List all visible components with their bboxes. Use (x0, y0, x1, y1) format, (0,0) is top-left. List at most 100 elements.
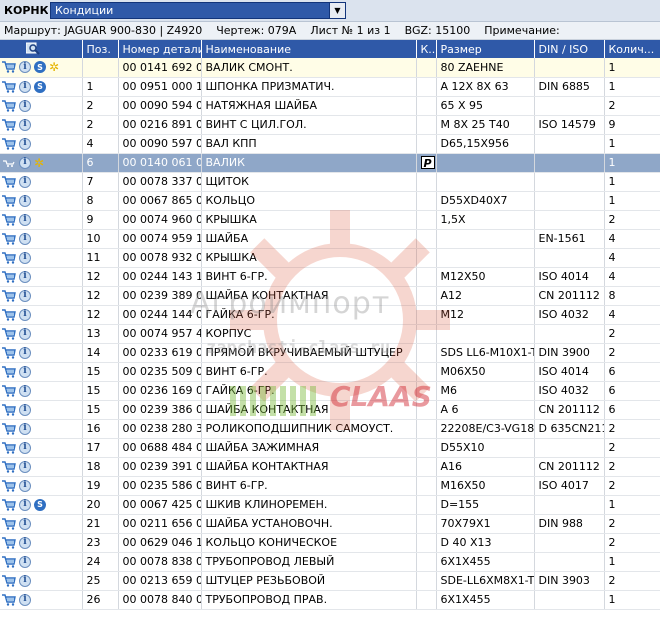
add-to-cart-icon[interactable] (2, 536, 16, 549)
col-size[interactable]: Размер (436, 40, 535, 58)
table-row[interactable]: i S 1 00 0951 000 1 ШПОНКА ПРИЗМАТИЧ. A 12X 8… (0, 77, 660, 97)
add-to-cart-icon[interactable] (2, 479, 16, 492)
info-icon[interactable]: i (19, 99, 31, 112)
add-to-cart-icon[interactable] (2, 232, 16, 245)
table-row[interactable]: i 21 00 0211 656 0 ШАЙБА УСТАНОВОЧН. 70X79X1… (0, 514, 660, 534)
add-to-cart-icon[interactable] (2, 137, 16, 150)
info-icon[interactable]: i (19, 194, 31, 207)
info-icon[interactable]: i (19, 555, 31, 568)
info-icon[interactable]: i (19, 460, 31, 473)
info-icon[interactable]: i (19, 251, 31, 264)
add-to-cart-icon[interactable] (2, 270, 16, 283)
col-din-iso[interactable]: DIN / ISO (534, 40, 605, 58)
add-to-cart-icon[interactable] (2, 441, 16, 454)
add-to-cart-icon[interactable] (2, 118, 16, 131)
add-to-cart-icon[interactable] (2, 403, 16, 416)
info-icon[interactable]: i (19, 137, 31, 150)
table-row[interactable]: i S 20 00 0067 425 0 ШКИВ КЛИНОРЕМЕН. D=155 1 (0, 495, 660, 515)
add-to-cart-icon[interactable] (2, 194, 16, 207)
info-icon[interactable]: i (19, 536, 31, 549)
table-row[interactable]: i 8 00 0067 865 0 КОЛЬЦО D55XD40X7 1 (0, 191, 660, 211)
info-icon[interactable]: i (19, 403, 31, 416)
info-icon[interactable]: i (19, 232, 31, 245)
table-row[interactable]: i 12 00 0244 144 0 ГАЙКА 6-ГР. M12 ISO 4032 4 (0, 305, 660, 325)
table-row[interactable]: i 12 00 0244 143 1 ВИНТ 6-ГР. M12X50 ISO 4014… (0, 267, 660, 287)
add-to-cart-icon[interactable] (2, 308, 16, 321)
info-icon[interactable]: i (19, 118, 31, 131)
add-to-cart-icon[interactable] (2, 574, 16, 587)
col-pos[interactable]: Поз. (82, 40, 119, 58)
add-to-cart-icon[interactable] (2, 593, 16, 606)
table-row[interactable]: i 4 00 0090 597 0 ВАЛ КПП D65,15X956 1 (0, 134, 660, 154)
table-row[interactable]: i 14 00 0233 619 0 ПРЯМОЙ ВКРУЧИВАЕМЫЙ ШТУЦ… (0, 343, 660, 363)
col-k[interactable]: К.. (416, 40, 437, 58)
add-to-cart-icon[interactable] (2, 157, 16, 169)
add-to-cart-icon[interactable] (2, 498, 16, 511)
col-name[interactable]: Наименование (201, 40, 417, 58)
add-to-cart-icon[interactable] (2, 251, 16, 264)
add-to-cart-icon[interactable] (2, 80, 16, 93)
table-row[interactable]: i 11 00 0078 932 0 КРЫШКА 4 (0, 248, 660, 268)
table-row[interactable]: i 16 00 0238 280 3 РОЛИКОПОДШИПНИК САМОУСТ.… (0, 419, 660, 439)
table-row[interactable]: i 2 00 0090 594 0 НАТЯЖНАЯ ШАЙБА 65 X 95 2 (0, 96, 660, 116)
p-badge[interactable]: P (420, 155, 435, 170)
add-to-cart-icon[interactable] (2, 384, 16, 397)
add-to-cart-icon[interactable] (2, 555, 16, 568)
info-icon[interactable]: i (19, 61, 31, 74)
conditions-dropdown[interactable]: Кондиции ▼ (50, 2, 346, 19)
info-icon[interactable]: i (19, 384, 31, 397)
table-row[interactable]: i 15 00 0235 509 0 ВИНТ 6-ГР. M06X50 ISO 4014… (0, 362, 660, 382)
search-header-cell[interactable] (0, 40, 83, 58)
info-icon[interactable]: i (19, 517, 31, 530)
table-row[interactable]: i 2 00 0216 891 0 ВИНТ С ЦИЛ.ГОЛ. M 8X 25 T4… (0, 115, 660, 135)
add-to-cart-icon[interactable] (2, 289, 16, 302)
dropdown-arrow-icon[interactable]: ▼ (329, 3, 345, 18)
table-row[interactable]: i 13 00 0074 957 4 КОРПУС 2 (0, 324, 660, 344)
info-icon[interactable]: i (19, 574, 31, 587)
add-to-cart-icon[interactable] (2, 422, 16, 435)
info-icon[interactable]: i (19, 422, 31, 435)
table-row[interactable]: i 19 00 0235 586 0 ВИНТ 6-ГР. M16X50 ISO 4017… (0, 476, 660, 496)
table-row[interactable]: i 18 00 0239 391 0 ШАЙБА КОНТАКТНАЯ A16 CN 20… (0, 457, 660, 477)
search-icon[interactable] (26, 42, 40, 56)
info-icon[interactable]: i (19, 80, 31, 93)
info-icon[interactable]: i (19, 479, 31, 492)
table-row[interactable]: i 24 00 0078 838 0 ТРУБОПРОВОД ЛЕВЫЙ 6X1X455… (0, 552, 660, 572)
info-icon[interactable]: i (19, 498, 31, 511)
col-quantity[interactable]: Колич... (604, 40, 660, 58)
add-to-cart-icon[interactable] (2, 61, 16, 73)
table-row[interactable]: i 26 00 0078 840 0 ТРУБОПРОВОД ПРАВ. 6X1X455… (0, 590, 660, 610)
table-row[interactable]: i 23 00 0629 046 1 КОЛЬЦО КОНИЧЕСКОЕ D 40 X1… (0, 533, 660, 553)
table-row[interactable]: i S ✲ 00 0141 692 0 ВАЛИК СМОНТ. 80 ZAEHNE 1 (0, 58, 660, 78)
table-row[interactable]: i 10 00 0074 959 1 ШАЙБА EN-1561 4 (0, 229, 660, 249)
info-icon[interactable]: i (19, 308, 31, 321)
info-icon[interactable]: i (19, 289, 31, 302)
add-to-cart-icon[interactable] (2, 460, 16, 473)
table-row[interactable]: i 7 00 0078 337 0 ЩИТОК 1 (0, 172, 660, 192)
add-to-cart-icon[interactable] (2, 99, 16, 112)
add-to-cart-icon[interactable] (2, 346, 16, 359)
table-row[interactable]: i 17 00 0688 484 0 ШАЙБА ЗАЖИМНАЯ D55X10 2 (0, 438, 660, 458)
info-icon[interactable]: i (19, 175, 31, 188)
add-to-cart-icon[interactable] (2, 365, 16, 378)
add-to-cart-icon[interactable] (2, 327, 16, 340)
table-row[interactable]: i 15 00 0236 169 0 ГАЙКА 6-ГР. M6 ISO 4032 6 (0, 381, 660, 401)
info-icon[interactable]: i (19, 156, 31, 169)
info-icon[interactable]: i (19, 441, 31, 454)
substitute-icon[interactable]: S (34, 498, 46, 511)
table-row[interactable]: i 9 00 0074 960 0 КРЫШКА 1,5X 2 (0, 210, 660, 230)
substitute-icon[interactable]: S (34, 61, 46, 74)
add-to-cart-icon[interactable] (2, 213, 16, 226)
table-row[interactable]: i ✲ 6 00 0140 061 0 ВАЛИК P 1 (0, 153, 660, 173)
add-to-cart-icon[interactable] (2, 175, 16, 188)
info-icon[interactable]: i (19, 346, 31, 359)
info-icon[interactable]: i (19, 270, 31, 283)
info-icon[interactable]: i (19, 213, 31, 226)
col-part-number[interactable]: Номер детали (118, 40, 202, 58)
add-to-cart-icon[interactable] (2, 517, 16, 530)
table-row[interactable]: i 25 00 0213 659 0 ШТУЦЕР РЕЗЬБОВОЙ SDE-LL6X… (0, 571, 660, 591)
table-row[interactable]: i 12 00 0239 389 0 ШАЙБА КОНТАКТНАЯ A12 CN 20… (0, 286, 660, 306)
info-icon[interactable]: i (19, 593, 31, 606)
info-icon[interactable]: i (19, 327, 31, 340)
table-row[interactable]: i 15 00 0239 386 0 ШАЙБА КОНТАКТНАЯ A 6 CN 20… (0, 400, 660, 420)
